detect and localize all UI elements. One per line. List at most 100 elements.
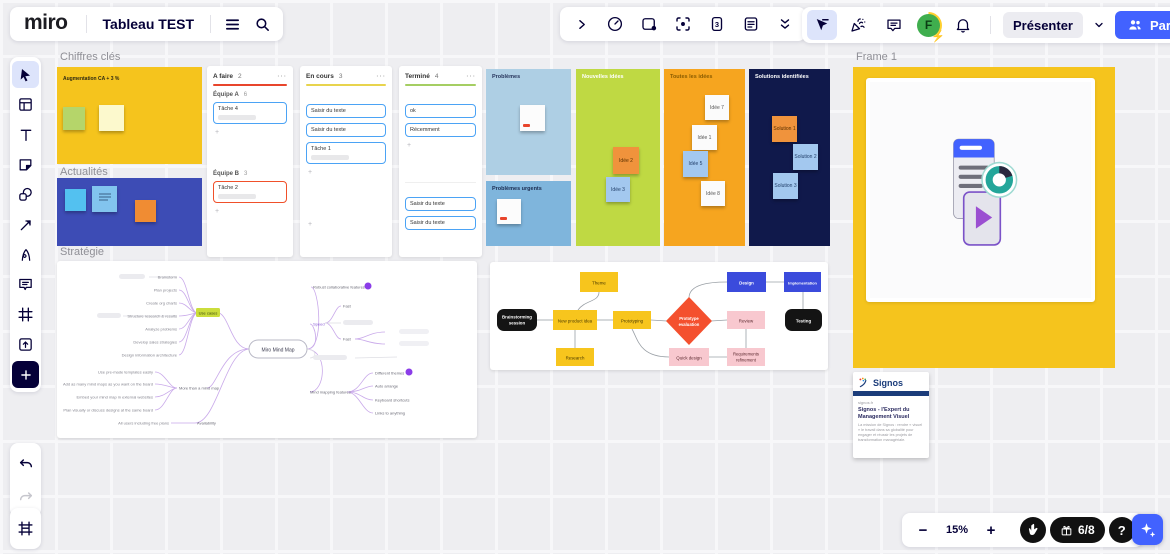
kanban-card[interactable]: Tâche 2 [213,181,287,203]
frame-actualites[interactable] [57,178,202,246]
templates-tool[interactable] [12,91,39,118]
upload-tool[interactable] [12,331,39,358]
more-icon[interactable]: ··· [467,73,477,80]
sticky-note[interactable] [92,186,117,212]
kanban-card[interactable]: Récemment [405,123,476,137]
board-name[interactable]: Tableau TEST [93,16,205,32]
frames-panel-button[interactable] [12,515,39,542]
redo-button[interactable] [12,483,39,510]
pen-tool[interactable] [12,241,39,268]
undo-button[interactable] [12,450,39,477]
frame-tool[interactable] [12,301,39,328]
screen-share-icon[interactable] [634,9,664,39]
sticky-note[interactable] [497,199,521,224]
column-nouvelles-idees[interactable]: Nouvelles idées Idée 2 Idée 3 [576,69,660,246]
ai-assistant-button[interactable] [1132,514,1163,545]
expand-toolbar-icon[interactable] [566,9,596,39]
shapes-tool[interactable] [12,181,39,208]
sticky-note[interactable]: Idée 7 [705,95,729,120]
sticky-note[interactable] [135,200,156,222]
card-label: ok [410,108,416,114]
arrow-tool[interactable] [12,211,39,238]
sticky-note[interactable]: Idée 1 [692,125,717,150]
more-icon[interactable]: ··· [377,73,387,80]
present-chevron-icon[interactable] [1089,10,1109,40]
kanban-column-a-faire[interactable]: A faire2··· Équipe A6 Tâche 4 + Équipe B… [207,66,293,257]
text-tool[interactable] [12,121,39,148]
frame-title-frame1[interactable]: Frame 1 [856,51,897,63]
spotlight-icon[interactable] [668,9,698,39]
frame-title-strategie[interactable]: Stratégie [60,246,104,258]
help-button[interactable]: ? [1109,517,1135,543]
notifications-icon[interactable] [948,10,978,40]
kanban-card[interactable]: Tâche 1 [306,142,386,164]
zoom-out-button[interactable]: − [910,522,936,539]
zoom-level[interactable]: 15% [940,524,974,536]
add-card-button[interactable]: + [308,169,386,176]
sticky-note[interactable]: Idée 3 [606,177,630,202]
collapse-toolbar-icon[interactable] [770,9,800,39]
sticky-note[interactable]: Solution 1 [772,116,797,142]
kanban-card[interactable]: Saisir du texte [306,123,386,137]
divider [86,15,87,33]
sticky-note[interactable]: Solution 2 [793,144,818,170]
avatar[interactable]: F ⚡ [915,12,942,39]
sticky-note[interactable] [520,105,545,131]
sticky-note[interactable]: Solution 3 [773,173,798,199]
zoom-in-button[interactable]: + [978,522,1004,539]
sticky-note[interactable] [63,107,85,130]
divider [210,15,211,33]
sticky-note[interactable] [65,189,86,211]
sticky-note[interactable]: Idée 5 [683,151,708,177]
sticky-note[interactable] [99,105,124,131]
embedded-document[interactable] [866,78,1095,302]
column-problemes[interactable]: Problèmes [486,69,571,175]
column-solutions-identifiees[interactable]: Solutions identifiées Solution 1 Solutio… [749,69,830,246]
collaboration-cursors-icon[interactable] [807,10,837,40]
reactions-icon[interactable] [843,10,873,40]
more-icon[interactable]: ··· [278,73,288,80]
share-button[interactable]: Partager [1115,11,1170,39]
kanban-column-en-cours[interactable]: En cours3··· Saisir du texte Saisir du t… [300,66,392,257]
more-tools-button[interactable] [12,361,39,388]
voting-icon[interactable]: 3 [702,9,732,39]
select-tool[interactable] [12,61,39,88]
miro-canvas[interactable]: miro Tableau TEST 3 [0,0,1170,554]
frame-chiffres[interactable]: Augmentation CA + 3 % [57,67,202,164]
sparkles-icon [1139,521,1157,539]
sticky-note[interactable]: Idée 2 [613,147,639,174]
signos-link[interactable]: signos.fr [853,396,929,407]
main-menu-icon[interactable] [217,9,247,39]
kanban-card[interactable]: Saisir du texte [306,104,386,118]
svg-text:Quick design: Quick design [676,356,702,361]
present-button[interactable]: Présenter [1003,12,1083,38]
kanban-column-termine[interactable]: Terminé4··· ok Récemment + Saisir du tex… [399,66,482,257]
flowchart-board[interactable]: Brainstorming session Theme New product … [490,262,828,370]
add-card-button[interactable]: + [215,129,287,136]
rewards-button[interactable]: 6/8 [1050,517,1105,543]
frame-title-actualites[interactable]: Actualités [60,166,108,178]
sticky-note-tool[interactable] [12,151,39,178]
mindmap-board[interactable]: Miro Mind Map Use cases Brainstorm Plan … [57,261,477,438]
column-toutes-les-idees[interactable]: Toutes les idées Idée 7 Idée 1 Idée 5 Id… [664,69,745,246]
add-card-button[interactable]: + [215,208,287,215]
comment-tool[interactable] [12,271,39,298]
timer-icon[interactable] [600,9,630,39]
frame-title-chiffres[interactable]: Chiffres clés [60,51,120,63]
hand-mode-button[interactable] [1020,517,1046,543]
kanban-card[interactable]: Saisir du texte [405,216,476,230]
sticky-note[interactable]: Idée 8 [701,181,725,206]
search-icon[interactable] [247,9,277,39]
add-card-button[interactable]: + [308,221,386,228]
kanban-card[interactable]: Saisir du texte [405,197,476,211]
frame-frame1[interactable] [853,67,1115,368]
column-problemes-urgents[interactable]: Problèmes urgents [486,181,571,246]
notes-icon[interactable] [736,9,766,39]
kanban-card[interactable]: Tâche 4 [213,102,287,124]
miro-logo[interactable]: miro [10,11,80,38]
kanban-card[interactable]: ok [405,104,476,118]
signos-link-card[interactable]: Signos signos.fr Signos - l'Expert du Ma… [853,372,929,458]
sticky-label: Solution 3 [774,183,796,189]
comments-icon[interactable] [879,10,909,40]
add-card-button[interactable]: + [407,142,476,149]
